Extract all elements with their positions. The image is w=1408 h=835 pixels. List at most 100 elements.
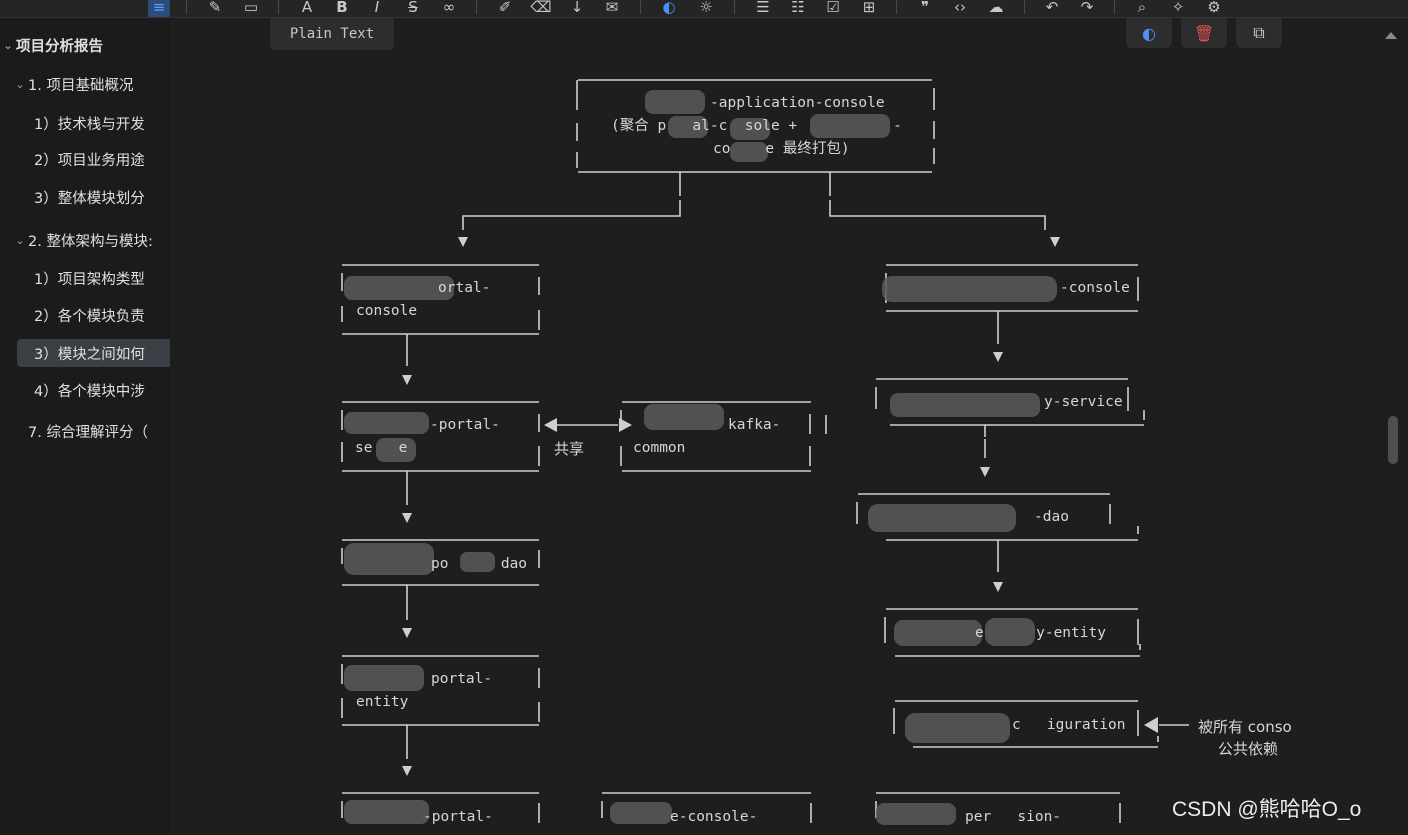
sidebar-item[interactable]: 7. 综合理解评分（ bbox=[0, 417, 170, 445]
sidebar-item-label: 1）项目架构类型 bbox=[34, 271, 145, 288]
redaction bbox=[905, 713, 1010, 743]
arrowhead bbox=[402, 766, 412, 776]
node-kafka-common-line1: kafka- bbox=[728, 417, 781, 433]
upload-icon[interactable]: ☁ bbox=[985, 0, 1007, 17]
pencil-icon[interactable]: ✎ bbox=[204, 0, 226, 17]
sidebar-item-label: 3）整体模块划分 bbox=[34, 190, 145, 207]
sidebar-item[interactable]: 3）模块之间如何 bbox=[17, 339, 170, 367]
node-app-console-line1: -application-console bbox=[710, 95, 885, 111]
editor-toolbar: ≡ ✎ ▭ A B I S ∞ ✐ ⌫ ↓ ✉ ◐ ☼ ☰ ☷ ☑ ⊞ ❞ ‹›… bbox=[0, 0, 1408, 18]
toolbar-divider bbox=[640, 0, 641, 14]
toolbar-divider bbox=[896, 0, 897, 14]
node-portal-entity-line2: entity bbox=[356, 694, 409, 710]
node-portal-dao: po dao bbox=[431, 556, 528, 572]
sidebar-item-label: 7. 综合理解评分（ bbox=[28, 424, 148, 441]
sidebar-item-label: 项目分析报告 bbox=[16, 38, 103, 55]
code-icon[interactable]: ‹› bbox=[949, 0, 971, 17]
sidebar-item[interactable]: 1）项目架构类型 bbox=[0, 264, 170, 292]
redaction bbox=[868, 504, 1016, 532]
node-right-config: c iguration bbox=[1012, 717, 1126, 733]
redaction bbox=[882, 276, 1057, 302]
arrowhead bbox=[402, 375, 412, 385]
node-kafka-common-line2: common bbox=[633, 440, 686, 456]
sidebar-item[interactable]: 3）整体模块划分 bbox=[0, 183, 170, 211]
search-icon[interactable]: ⌕ bbox=[1131, 0, 1153, 17]
arrowhead-right bbox=[619, 418, 632, 432]
eraser-icon[interactable]: ⌫ bbox=[530, 0, 552, 17]
node-app-console-line3: co e 最终打包) bbox=[713, 141, 850, 157]
redaction bbox=[344, 800, 429, 824]
arrowhead bbox=[402, 628, 412, 638]
quote-icon[interactable]: ❞ bbox=[914, 0, 936, 17]
save-icon[interactable]: ▭ bbox=[240, 0, 262, 17]
outline-sidebar: ⌄ 项目分析报告 ⌄ 1. 项目基础概况 1）技术栈与开发 2）项目业务用途 3）整体模块划… bbox=[0, 18, 170, 835]
arrowhead bbox=[402, 513, 412, 523]
editor-area: Plain Text ◐ 🗑 ⧉ -application-console (聚… bbox=[170, 18, 1408, 835]
redaction bbox=[645, 90, 705, 114]
bold-icon[interactable]: B bbox=[331, 0, 353, 17]
strikethrough-icon[interactable]: S bbox=[402, 0, 424, 17]
node-bottom-console: e-console- bbox=[670, 809, 758, 825]
redo-icon[interactable]: ↷ bbox=[1076, 0, 1098, 17]
bullet-list-icon[interactable]: ☰ bbox=[752, 0, 774, 17]
outline-icon[interactable]: ≡ bbox=[148, 0, 170, 17]
sidebar-item[interactable]: ⌄ 项目分析报告 bbox=[0, 31, 170, 59]
sidebar-item-label: 2. 整体架构与模块: bbox=[28, 233, 153, 250]
redaction bbox=[344, 412, 429, 434]
node-bottom-portal: -portal- bbox=[423, 809, 493, 825]
redaction bbox=[644, 404, 724, 430]
toolbar-divider bbox=[278, 0, 279, 14]
arrowhead bbox=[1050, 237, 1060, 247]
node-right-console: -console bbox=[1060, 280, 1130, 296]
arrowhead-left bbox=[544, 418, 557, 432]
sidebar-item[interactable]: ⌄ 1. 项目基础概况 bbox=[0, 70, 170, 98]
arrow-down-icon[interactable]: ↓ bbox=[566, 0, 588, 17]
toolbar-divider bbox=[476, 0, 477, 14]
arrowhead bbox=[980, 467, 990, 477]
sidebar-item-label: 1）技术栈与开发 bbox=[34, 116, 145, 133]
redaction bbox=[344, 543, 434, 575]
gear-icon[interactable]: ⚙ bbox=[1203, 0, 1225, 17]
table-icon[interactable]: ⊞ bbox=[858, 0, 880, 17]
sidebar-item-label: 2）各个模块负责 bbox=[34, 308, 145, 325]
node-portal-service-line1: -portal- bbox=[430, 417, 500, 433]
node-right-entity: e y-entity bbox=[975, 625, 1106, 641]
arrowhead-left bbox=[1144, 717, 1158, 733]
toolbar-divider bbox=[186, 0, 187, 14]
toolbar-divider bbox=[734, 0, 735, 14]
link-icon[interactable]: ∞ bbox=[438, 0, 460, 17]
toolbar-divider bbox=[1114, 0, 1115, 14]
node-bottom-permission: per sion- bbox=[965, 809, 1062, 825]
chevron-down-icon[interactable]: ⌄ bbox=[0, 39, 16, 52]
task-list-icon[interactable]: ☑ bbox=[822, 0, 844, 17]
sidebar-item[interactable]: 2）各个模块负责 bbox=[0, 301, 170, 329]
font-size-icon[interactable]: A bbox=[296, 0, 318, 17]
connector-app-right bbox=[829, 172, 1046, 230]
contrast-icon[interactable]: ◐ bbox=[658, 0, 680, 17]
undo-icon[interactable]: ↶ bbox=[1041, 0, 1063, 17]
italic-icon[interactable]: I bbox=[366, 0, 388, 17]
sidebar-item[interactable]: ⌄ 2. 整体架构与模块: bbox=[0, 226, 170, 254]
chevron-down-icon[interactable]: ⌄ bbox=[12, 234, 28, 247]
arrowhead bbox=[993, 582, 1003, 592]
sidebar-item[interactable]: 2）项目业务用途 bbox=[0, 145, 170, 173]
sun-icon[interactable]: ☼ bbox=[695, 0, 717, 17]
chevron-down-icon[interactable]: ⌄ bbox=[12, 78, 28, 91]
sidebar-item[interactable]: 1）技术栈与开发 bbox=[0, 109, 170, 137]
numbered-list-icon[interactable]: ☷ bbox=[787, 0, 809, 17]
sidebar-item[interactable]: 4）各个模块中涉 bbox=[0, 376, 170, 404]
connector-app-left bbox=[462, 172, 681, 230]
node-portal-service-line2: se e bbox=[355, 440, 408, 456]
sidebar-item-label: 4）各个模块中涉 bbox=[34, 383, 145, 400]
magic-icon[interactable]: ✧ bbox=[1167, 0, 1189, 17]
mail-icon[interactable]: ✉ bbox=[601, 0, 623, 17]
redaction bbox=[610, 802, 672, 824]
redaction bbox=[876, 803, 956, 825]
redaction bbox=[344, 665, 424, 691]
node-portal-entity-line1: portal- bbox=[431, 671, 493, 687]
toolbar-divider bbox=[1024, 0, 1025, 14]
annotation-share: 共享 bbox=[554, 440, 585, 458]
annotation-config-note-line2: 公共依赖 bbox=[1218, 740, 1279, 758]
node-app-console-line2: (聚合 p al-c sole + - bbox=[611, 118, 902, 134]
highlight-icon[interactable]: ✐ bbox=[494, 0, 516, 17]
